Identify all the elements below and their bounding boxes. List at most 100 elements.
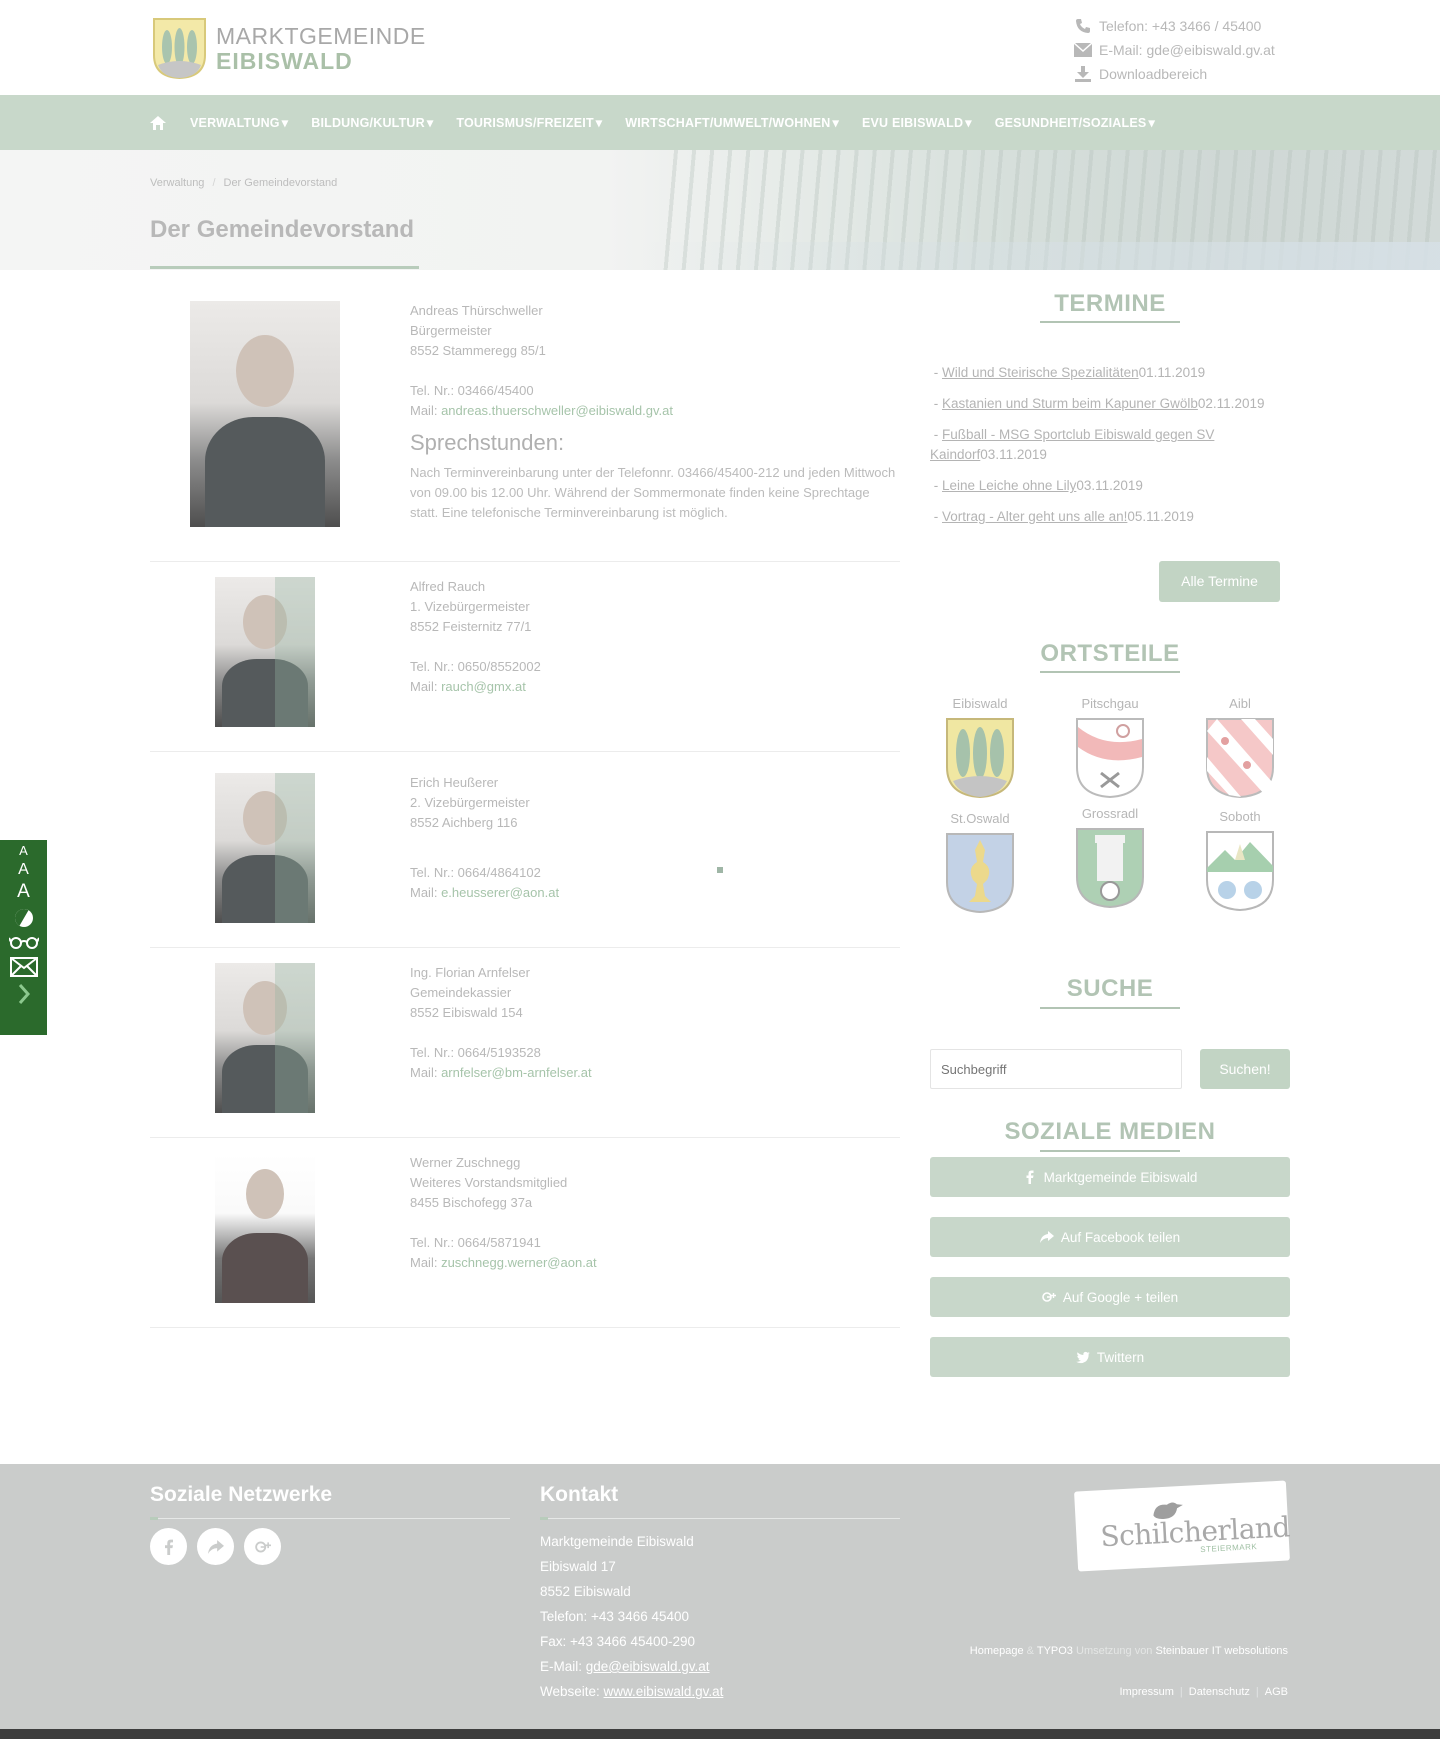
font-size-small-button[interactable]: A [19, 844, 28, 857]
site-logo[interactable]: MARKTGEMEINDE EIBISWALD [152, 17, 426, 80]
footer-kontakt-rule [540, 1517, 900, 1520]
person-email-link[interactable]: e.heusserer@aon.at [441, 885, 559, 900]
page-hero: Verwaltung / Der Gemeindevorstand Der Geme… [0, 150, 1440, 270]
ortsteile-title: ORTSTEILE [1040, 640, 1180, 667]
contrast-icon[interactable] [13, 907, 35, 929]
envelope-icon[interactable] [9, 957, 38, 977]
ortsteil-grossradl[interactable]: Grossradl [1060, 806, 1160, 914]
header-contact: Telefon: +43 3466 / 45400 E-Mail: gde@ei… [1074, 14, 1275, 86]
all-events-button[interactable]: Alle Termine [1159, 561, 1280, 602]
footer-website-link[interactable]: www.eibiswald.gv.at [604, 1684, 724, 1699]
ortsteil-soboth[interactable]: Soboth [1190, 809, 1290, 917]
loading-dot [717, 867, 723, 873]
nav-item-bildung-kultur[interactable]: BILDUNG/KULTUR [311, 115, 433, 130]
glasses-icon[interactable] [8, 935, 39, 949]
suche-underline [1040, 1007, 1180, 1009]
breadcrumb-verwaltung[interactable]: Verwaltung [150, 177, 204, 189]
twitter-button[interactable]: Twittern [930, 1337, 1290, 1377]
nav-item-evu-eibiswald[interactable]: EVU EIBISWALD [862, 115, 972, 130]
breadcrumb: Verwaltung / Der Gemeindevorstand [150, 177, 338, 189]
google-plus-icon [254, 1541, 271, 1552]
person-email-link[interactable]: arnfelser@bm-arnfelser.at [441, 1065, 591, 1080]
person-email-link[interactable]: zuschnegg.werner@aon.at [441, 1255, 597, 1270]
event-link[interactable]: Fußball - MSG Sportclub Eibiswald gegen … [930, 427, 1214, 462]
envelope-icon [1074, 42, 1092, 57]
facebook-icon [164, 1539, 173, 1555]
ortsteil-pitschgau[interactable]: Pitschgau [1060, 696, 1160, 804]
header-email[interactable]: E-Mail: gde@eibiswald.gv.at [1074, 38, 1275, 62]
main-navigation: VERWALTUNG BILDUNG/KULTUR TOURISMUS/FREI… [0, 95, 1440, 150]
agb-link[interactable]: AGB [1265, 1686, 1288, 1698]
st-oswald-coat-of-arms-icon [946, 833, 1014, 914]
google-plus-share-button[interactable]: Auf Google + teilen [930, 1277, 1290, 1317]
font-size-medium-button[interactable]: A [18, 862, 29, 878]
header-phone[interactable]: Telefon: +43 3466 / 45400 [1074, 14, 1275, 38]
person-role: Weiteres Vorstandsmitglied [410, 1175, 568, 1190]
font-size-large-button[interactable]: A [17, 882, 30, 901]
footer-share-button[interactable] [197, 1528, 234, 1565]
person-card: Andreas Thürschweller Bürgermeister 8552… [150, 270, 900, 562]
person-role: 2. Vizebürgermeister [410, 795, 530, 810]
header-download[interactable]: Downloadbereich [1074, 62, 1275, 86]
impressum-link[interactable]: Impressum [1119, 1686, 1173, 1698]
title-underline [150, 266, 419, 269]
person-address: 8552 Aichberg 116 [410, 815, 518, 830]
person-role: 1. Vizebürgermeister [410, 599, 530, 614]
ortsteil-eibiswald[interactable]: Eibiswald [930, 696, 1030, 804]
person-email-link[interactable]: andreas.thuerschweller@eibiswald.gv.at [441, 403, 673, 418]
person-info: Ing. Florian Arnfelser Gemeindekassier 8… [410, 965, 592, 1080]
footer-google-plus-button[interactable] [244, 1528, 281, 1565]
termine-title: TERMINE [1054, 290, 1166, 317]
home-icon[interactable] [150, 115, 166, 131]
nav-item-tourismus-freizeit[interactable]: TOURISMUS/FREIZEIT [456, 115, 602, 130]
footer-facebook-button[interactable] [150, 1528, 187, 1565]
nav-item-gesundheit-soziales[interactable]: GESUNDHEIT/SOZIALES [995, 115, 1155, 130]
sprechstunden-title: Sprechstunden: [410, 430, 565, 455]
footer-social-rule [150, 1517, 510, 1520]
person-photo [215, 1153, 315, 1303]
hero-water [640, 242, 1440, 270]
header-download-text: Downloadbereich [1099, 66, 1208, 82]
termine-list: - Wild und Steirische Spezialitäten01.11… [930, 363, 1280, 538]
person-info: Werner Zuschnegg Weiteres Vorstandsmitgl… [410, 1155, 597, 1270]
soziale-medien-underline [1040, 1150, 1180, 1152]
person-info: Erich Heußerer 2. Vizebürgermeister 8552… [410, 775, 560, 900]
nav-item-verwaltung[interactable]: VERWALTUNG [190, 115, 288, 130]
facebook-page-button[interactable]: Marktgemeinde Eibiswald [930, 1157, 1290, 1197]
person-info: Andreas Thürschweller Bürgermeister 8552… [410, 301, 900, 523]
footer-social-title: Soziale Netzwerke [150, 1483, 333, 1506]
footer-email-link[interactable]: gde@eibiswald.gv.at [586, 1659, 710, 1674]
person-card: Werner Zuschnegg Weiteres Vorstandsmitgl… [150, 1138, 900, 1328]
nav-item-wirtschaft-umwelt-wohnen[interactable]: WIRTSCHAFT/UMWELT/WOHNEN [625, 115, 839, 130]
schilcherland-logo[interactable]: Schilcherland STEIERMARK [1074, 1480, 1291, 1572]
person-phone: Tel. Nr.: 0664/4864102 [410, 865, 541, 880]
logo-title-line2: EIBISWALD [216, 47, 353, 74]
share-icon [1039, 1231, 1054, 1243]
chevron-right-icon[interactable] [17, 983, 31, 1005]
credits-link[interactable]: Steinbauer IT websolutions [1156, 1645, 1289, 1657]
event-link[interactable]: Vortrag - Alter geht uns alle an! [942, 509, 1127, 524]
footer-legal-links: Impressum | Datenschutz | AGB [1119, 1686, 1288, 1698]
person-name: Alfred Rauch [410, 579, 486, 594]
person-email-link[interactable]: rauch@gmx.at [441, 679, 526, 694]
facebook-icon [1026, 1170, 1034, 1184]
aibl-coat-of-arms-icon [1206, 718, 1274, 799]
person-phone: Tel. Nr.: 03466/45400 [410, 383, 534, 398]
search-input[interactable] [930, 1049, 1182, 1089]
facebook-share-button[interactable]: Auf Facebook teilen [930, 1217, 1290, 1257]
person-role: Bürgermeister [410, 323, 492, 338]
soboth-coat-of-arms-icon [1206, 831, 1274, 912]
event-item: - Wild und Steirische Spezialitäten01.11… [930, 365, 1206, 380]
ortsteil-aibl[interactable]: Aibl [1190, 696, 1290, 804]
search-button[interactable]: Suchen! [1200, 1049, 1290, 1089]
header-phone-text: Telefon: +43 3466 / 45400 [1099, 18, 1262, 34]
header: MARKTGEMEINDE EIBISWALD Telefon: +43 346… [0, 0, 1440, 95]
ortsteil-st-oswald[interactable]: St.Oswald [930, 811, 1030, 919]
person-name: Andreas Thürschweller [410, 303, 543, 318]
datenschutz-link[interactable]: Datenschutz [1189, 1686, 1250, 1698]
event-link[interactable]: Wild und Steirische Spezialitäten [942, 365, 1139, 380]
breadcrumb-current: Der Gemeindevorstand [223, 177, 338, 189]
event-link[interactable]: Leine Leiche ohne Lily [942, 478, 1076, 493]
event-item: - Vortrag - Alter geht uns alle an!05.11… [930, 509, 1194, 524]
event-link[interactable]: Kastanien und Sturm beim Kapuner Gwölb [942, 396, 1198, 411]
